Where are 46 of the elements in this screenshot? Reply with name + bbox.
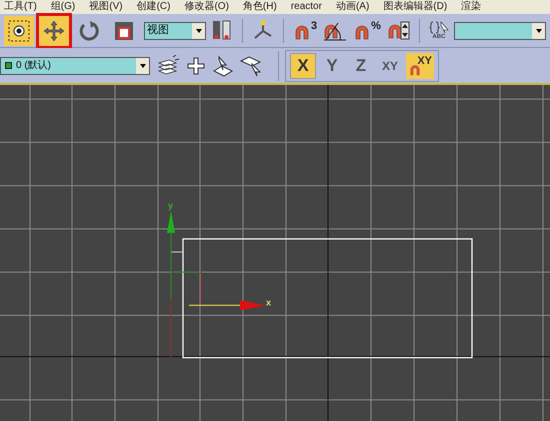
rotate-icon (78, 20, 100, 42)
menu-item[interactable]: 渲染 (461, 2, 482, 12)
axis-snap-button[interactable]: XY (406, 52, 434, 78)
spinner-snap-icon[interactable] (386, 20, 410, 42)
pivot-icon[interactable] (252, 20, 274, 42)
select-manipulate-icon (8, 20, 30, 42)
layer-color-swatch (5, 62, 12, 69)
menu-item[interactable]: 视图(V) (89, 2, 123, 12)
tool-button[interactable] (39, 16, 69, 46)
menu-item[interactable]: 创建(C) (136, 2, 170, 12)
viewport[interactable]: y x (0, 85, 550, 421)
menu-item[interactable]: 组(G) (50, 2, 76, 12)
layers-stack-icon[interactable] (156, 54, 180, 76)
menu-item[interactable]: 修改器(O) (184, 2, 229, 12)
axis-constraint-button[interactable]: Z (348, 52, 374, 78)
menu-item[interactable]: 工具(T) (4, 2, 37, 12)
caret-icon (136, 58, 149, 74)
dropdown-value: 视图 (146, 23, 169, 38)
braces-pointer-icon (428, 21, 449, 34)
menu-item[interactable]: reactor (290, 2, 322, 12)
transform-gizmo[interactable] (167, 210, 265, 358)
caret-icon (532, 22, 545, 38)
select-object-layer-icon[interactable] (212, 54, 234, 76)
y-axis-label: y (168, 200, 173, 211)
layer-name: 0 (默认) (16, 59, 51, 73)
snap-label: % (371, 20, 381, 32)
menu-item[interactable]: 图表编辑器(D) (383, 2, 448, 12)
menu-item[interactable]: 动画(A) (336, 2, 370, 12)
caret-icon (192, 22, 205, 38)
menu-item[interactable]: 角色(H) (242, 2, 277, 12)
mirror-icon[interactable] (211, 18, 233, 42)
reference-coordinate-dropdown[interactable]: 视图 (144, 22, 206, 40)
select-layer-icon[interactable] (240, 54, 262, 76)
snap-toggle[interactable]: 3 (293, 20, 318, 40)
x-axis-label: x (266, 297, 271, 308)
move-arrows-icon (43, 20, 65, 42)
axis-constraint-button[interactable]: Y (319, 52, 345, 78)
scale-icon (114, 20, 134, 40)
axis-constraint-button[interactable]: XY (377, 52, 403, 78)
layer-dropdown[interactable]: 0 (默认) (0, 56, 150, 74)
percent-snap-toggle[interactable]: % (353, 20, 381, 40)
axis-constraint-button[interactable]: X (290, 52, 316, 78)
tool-button[interactable] (4, 16, 34, 46)
plus-icon[interactable] (186, 56, 206, 76)
named-selection-dropdown[interactable] (454, 22, 546, 40)
snap-label: 3 (311, 20, 318, 32)
